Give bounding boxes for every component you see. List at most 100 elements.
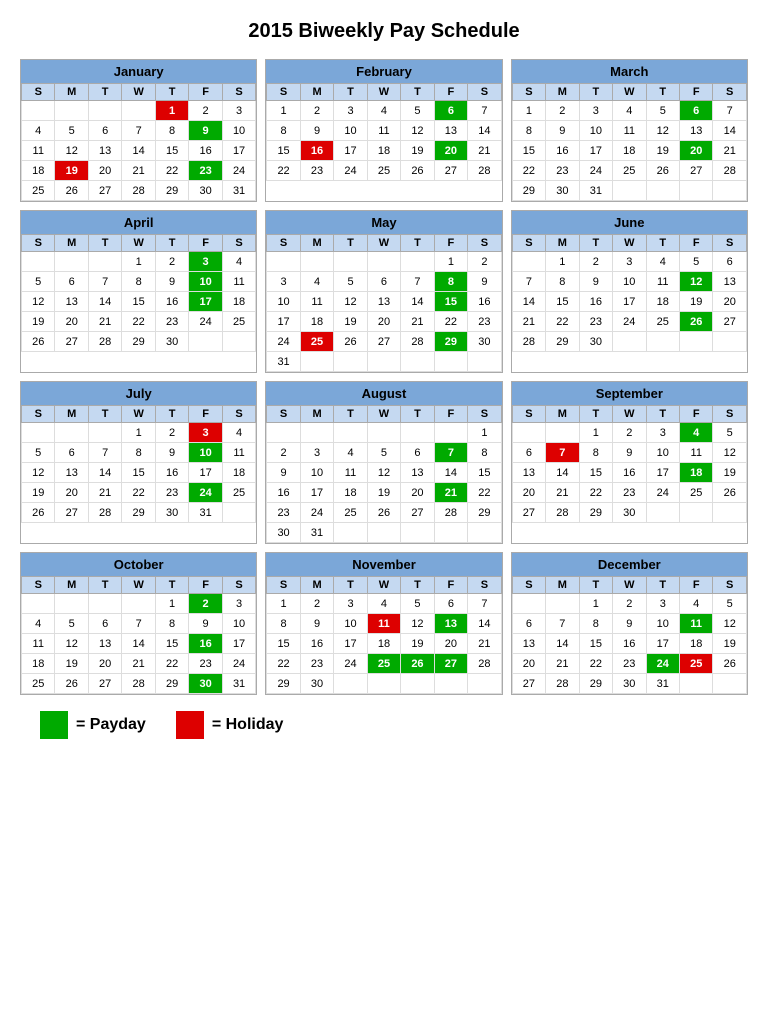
- calendar-day: 30: [189, 674, 222, 694]
- calendar-day: 3: [222, 594, 256, 614]
- calendar-day: 22: [579, 483, 612, 503]
- day-header: S: [512, 406, 545, 423]
- calendar-day: 6: [713, 252, 747, 272]
- calendar-day: 1: [579, 423, 612, 443]
- calendar-day: 11: [300, 292, 333, 312]
- calendar-day: 26: [55, 181, 88, 201]
- calendar-day: 19: [55, 654, 88, 674]
- calendar-day: [713, 181, 747, 201]
- day-header: S: [713, 84, 747, 101]
- day-header: S: [512, 84, 545, 101]
- calendar-day: 29: [546, 332, 579, 352]
- calendar-day: 2: [155, 252, 188, 272]
- calendar-day: 17: [267, 312, 300, 332]
- calendar-day: 7: [546, 614, 579, 634]
- calendar-march: MarchSMTWTFS1234567891011121314151617181…: [511, 59, 748, 202]
- calendar-day: 17: [189, 292, 222, 312]
- calendar-day: 19: [22, 483, 55, 503]
- calendar-day: 10: [579, 121, 612, 141]
- calendar-day: 25: [680, 483, 713, 503]
- calendar-day: 7: [546, 443, 579, 463]
- day-header: W: [122, 235, 155, 252]
- calendar-day: 30: [613, 503, 646, 523]
- calendar-day: 13: [367, 292, 400, 312]
- calendar-day: 26: [646, 161, 679, 181]
- day-header: T: [334, 577, 367, 594]
- holiday-legend: = Holiday: [176, 711, 284, 739]
- day-header: M: [546, 577, 579, 594]
- calendar-day: 19: [401, 634, 434, 654]
- calendar-day: 22: [579, 654, 612, 674]
- calendar-day: [401, 352, 434, 372]
- calendar-day: 13: [434, 121, 467, 141]
- calendar-day: 30: [267, 523, 300, 543]
- day-header: S: [713, 577, 747, 594]
- calendar-day: 21: [122, 654, 155, 674]
- day-header: F: [189, 406, 222, 423]
- calendar-february: FebruarySMTWTFS1234567891011121314151617…: [265, 59, 502, 202]
- calendar-day: 17: [646, 463, 679, 483]
- calendar-day: 19: [713, 463, 747, 483]
- calendar-day: 17: [222, 141, 256, 161]
- calendar-day: 25: [646, 312, 679, 332]
- calendar-day: 10: [222, 614, 256, 634]
- calendar-day: [22, 423, 55, 443]
- day-header: F: [434, 235, 467, 252]
- calendar-day: 4: [334, 443, 367, 463]
- calendar-day: 20: [512, 654, 545, 674]
- day-header: F: [680, 577, 713, 594]
- calendar-day: [713, 332, 747, 352]
- calendar-day: 18: [680, 463, 713, 483]
- day-header: M: [546, 235, 579, 252]
- calendar-day: [22, 594, 55, 614]
- calendar-day: 4: [367, 594, 400, 614]
- day-header: S: [468, 577, 502, 594]
- day-header: W: [122, 84, 155, 101]
- day-header: S: [22, 577, 55, 594]
- calendar-day: [122, 594, 155, 614]
- calendar-day: 4: [680, 594, 713, 614]
- calendar-day: 5: [367, 443, 400, 463]
- calendar-day: [401, 423, 434, 443]
- calendar-day: 8: [155, 614, 188, 634]
- calendar-day: 26: [55, 674, 88, 694]
- calendar-day: 13: [88, 141, 121, 161]
- day-header: S: [222, 235, 256, 252]
- day-header: S: [267, 84, 300, 101]
- day-header: T: [646, 406, 679, 423]
- calendar-day: [680, 503, 713, 523]
- calendar-day: 10: [267, 292, 300, 312]
- calendar-day: 17: [613, 292, 646, 312]
- calendar-day: 29: [468, 503, 502, 523]
- day-header: T: [88, 406, 121, 423]
- calendar-day: 10: [222, 121, 256, 141]
- calendar-day: 16: [155, 463, 188, 483]
- calendar-day: 28: [468, 161, 502, 181]
- calendar-day: 25: [367, 654, 400, 674]
- calendar-day: 7: [401, 272, 434, 292]
- calendar-january: JanuarySMTWTFS12345678910111213141516171…: [20, 59, 257, 202]
- calendar-day: 16: [546, 141, 579, 161]
- calendar-day: 3: [222, 101, 256, 121]
- calendar-day: 23: [300, 161, 333, 181]
- calendar-day: 6: [434, 101, 467, 121]
- calendar-day: 20: [434, 634, 467, 654]
- calendar-day: 17: [300, 483, 333, 503]
- calendar-day: 19: [367, 483, 400, 503]
- calendar-day: 12: [713, 614, 747, 634]
- calendar-day: [367, 523, 400, 543]
- calendar-day: 12: [713, 443, 747, 463]
- calendar-day: 25: [680, 654, 713, 674]
- calendar-day: 1: [512, 101, 545, 121]
- calendar-day: 21: [88, 312, 121, 332]
- calendar-day: 29: [434, 332, 467, 352]
- calendar-day: 27: [680, 161, 713, 181]
- calendar-day: 6: [367, 272, 400, 292]
- calendar-day: 24: [613, 312, 646, 332]
- calendar-day: [300, 423, 333, 443]
- calendar-day: 3: [646, 594, 679, 614]
- calendar-day: 19: [334, 312, 367, 332]
- day-header: T: [401, 235, 434, 252]
- calendar-day: 3: [579, 101, 612, 121]
- calendar-day: [512, 252, 545, 272]
